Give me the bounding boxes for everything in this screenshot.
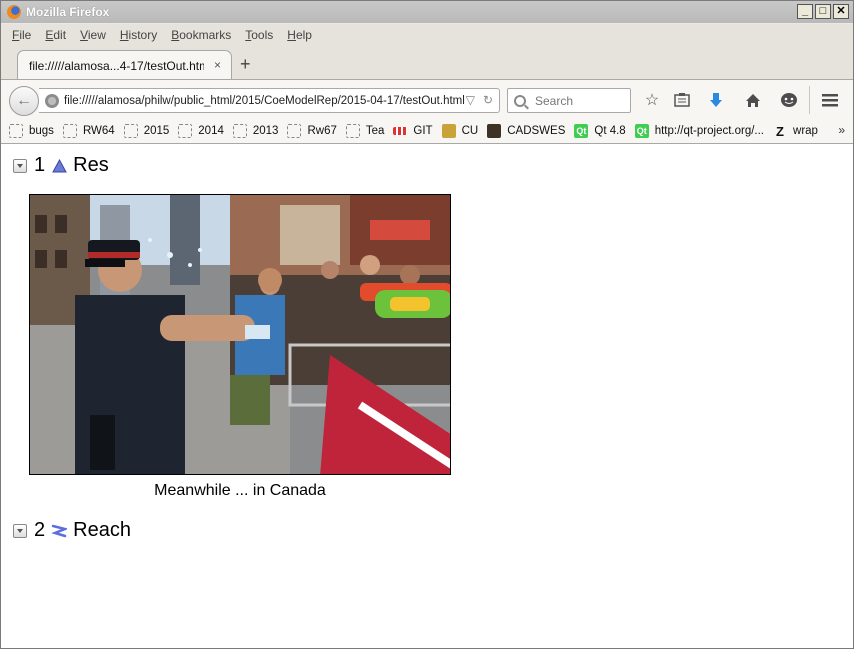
navigation-bar: file://///alamosa/philw/public_html/2015… <box>1 79 853 119</box>
hamburger-menu-icon[interactable] <box>819 90 841 110</box>
bookmark-item[interactable]: Zwrap <box>773 123 818 139</box>
reach-icon <box>51 523 68 539</box>
menu-tools[interactable]: Tools <box>238 28 280 42</box>
section-number: 1 <box>34 154 46 176</box>
bookmark-label: RW64 <box>82 125 115 137</box>
section-1-heading: 1 Res <box>13 154 109 177</box>
bookmark-label: Rw67 <box>307 125 337 137</box>
url-text[interactable]: file://///alamosa/philw/public_html/2015… <box>64 95 465 107</box>
bookmark-item[interactable]: Tea <box>345 124 385 138</box>
bookmark-label: CU <box>461 125 479 137</box>
photo-caption: Meanwhile ... in Canada <box>154 482 326 499</box>
title-bar: Mozilla Firefox _ □ ✕ <box>1 1 853 23</box>
menu-view[interactable]: View <box>73 28 113 42</box>
search-placeholder: Search <box>535 93 574 108</box>
triangle-icon <box>51 158 67 174</box>
bookmark-item[interactable]: RW64 <box>62 124 115 138</box>
tab-label: file://///alamosa...4-17/testOut.html <box>29 58 204 73</box>
bookmark-label: GIT <box>413 125 433 137</box>
folder-dashed-icon <box>123 124 138 138</box>
bookmark-item[interactable]: Qt http://qt-project.org/... <box>634 124 765 138</box>
collapse-toggle-icon[interactable] <box>13 158 27 173</box>
bookmark-item[interactable]: Rw67 <box>287 124 337 138</box>
back-arrow-icon: ← <box>16 92 32 109</box>
tab-testout[interactable]: file://///alamosa...4-17/testOut.html × <box>17 50 232 80</box>
bookmark-label: bugs <box>29 125 54 137</box>
tab-close-icon[interactable]: × <box>214 58 221 72</box>
collapse-toggle-icon[interactable] <box>13 523 27 538</box>
browser-window: Mozilla Firefox _ □ ✕ File Edit View Histor… <box>0 0 854 649</box>
bookmark-item[interactable]: 2013 <box>232 124 279 138</box>
search-icon <box>514 94 526 107</box>
bookmark-label: 2015 <box>143 125 170 137</box>
section-title: Reach <box>73 519 131 541</box>
z-icon: Z <box>776 123 784 139</box>
bookmark-label: wrap <box>793 125 818 137</box>
bookmark-label: Tea <box>365 125 385 137</box>
section-2-heading: 2 Reach <box>13 519 131 542</box>
menu-edit[interactable]: Edit <box>38 28 73 42</box>
home-icon[interactable] <box>742 90 764 110</box>
site-identity-icon[interactable] <box>45 93 59 108</box>
bookmark-item[interactable]: GIT <box>393 125 433 137</box>
bookmark-label: http://qt-project.org/... <box>654 125 765 137</box>
downloads-icon[interactable] <box>705 90 727 110</box>
qt-icon: Qt <box>634 124 649 138</box>
folder-dashed-icon <box>178 124 193 138</box>
folder-dashed-icon <box>62 124 77 138</box>
section-number: 2 <box>34 519 46 541</box>
firefox-logo-icon <box>7 5 21 19</box>
bookmark-item[interactable]: 2014 <box>178 124 224 138</box>
menu-file[interactable]: File <box>5 28 38 42</box>
window-controls: _ □ ✕ <box>797 4 849 19</box>
bookmark-item[interactable]: 2015 <box>123 124 170 138</box>
qt-icon: Qt <box>574 124 589 138</box>
new-tab-button[interactable]: + <box>240 55 251 73</box>
menu-bookmarks[interactable]: Bookmarks <box>164 28 238 42</box>
bookmark-item[interactable]: bugs <box>9 124 54 138</box>
url-bar[interactable]: file://///alamosa/philw/public_html/2015… <box>39 88 500 113</box>
reading-list-icon[interactable] <box>671 90 693 110</box>
search-input[interactable]: Search <box>507 88 631 113</box>
festival-photo <box>29 194 451 475</box>
bookmark-label: 2014 <box>198 125 224 137</box>
folder-dashed-icon <box>287 124 302 138</box>
bookmark-label: 2013 <box>252 125 279 137</box>
bookmark-item[interactable]: Qt Qt 4.8 <box>574 124 626 138</box>
bookmarks-overflow-icon[interactable]: » <box>838 123 845 137</box>
toolbar-separator <box>809 86 810 114</box>
folder-dashed-icon <box>232 124 247 138</box>
menu-bar: File Edit View History Bookmarks Tools Help <box>1 24 853 46</box>
bookmark-label: Qt 4.8 <box>594 125 626 137</box>
bookmarks-toolbar: bugs RW64 2015 2014 2013 Rw67 Tea GIT CU CADSWES Q… <box>1 119 853 144</box>
bookmark-item[interactable]: CU <box>441 124 479 138</box>
cu-icon <box>441 124 456 138</box>
reload-icon[interactable]: ↻ <box>483 93 493 107</box>
history-dropdown-icon[interactable]: ▽ <box>466 93 475 107</box>
minimize-button[interactable]: _ <box>797 4 813 19</box>
bookmark-label: CADSWES <box>507 125 566 137</box>
folder-dashed-icon <box>9 124 23 138</box>
section-title: Res <box>73 154 109 176</box>
folder-dashed-icon <box>345 124 360 138</box>
page-content: 1 Res Meanwhile ... in Canada 2 Reach <box>1 144 853 648</box>
back-button[interactable]: ← <box>9 86 39 116</box>
tab-strip: file://///alamosa...4-17/testOut.html × … <box>1 46 853 80</box>
menu-history[interactable]: History <box>113 28 164 42</box>
close-window-button[interactable]: ✕ <box>833 4 849 19</box>
git-icon <box>393 127 408 135</box>
hello-chat-icon[interactable] <box>778 90 800 110</box>
bookmark-item[interactable]: CADSWES <box>487 124 565 138</box>
window-title: Mozilla Firefox <box>26 5 110 19</box>
cadswes-icon <box>487 124 502 138</box>
bookmark-star-icon[interactable]: ☆ <box>641 90 663 110</box>
menu-help[interactable]: Help <box>280 28 319 42</box>
maximize-button[interactable]: □ <box>815 4 831 19</box>
